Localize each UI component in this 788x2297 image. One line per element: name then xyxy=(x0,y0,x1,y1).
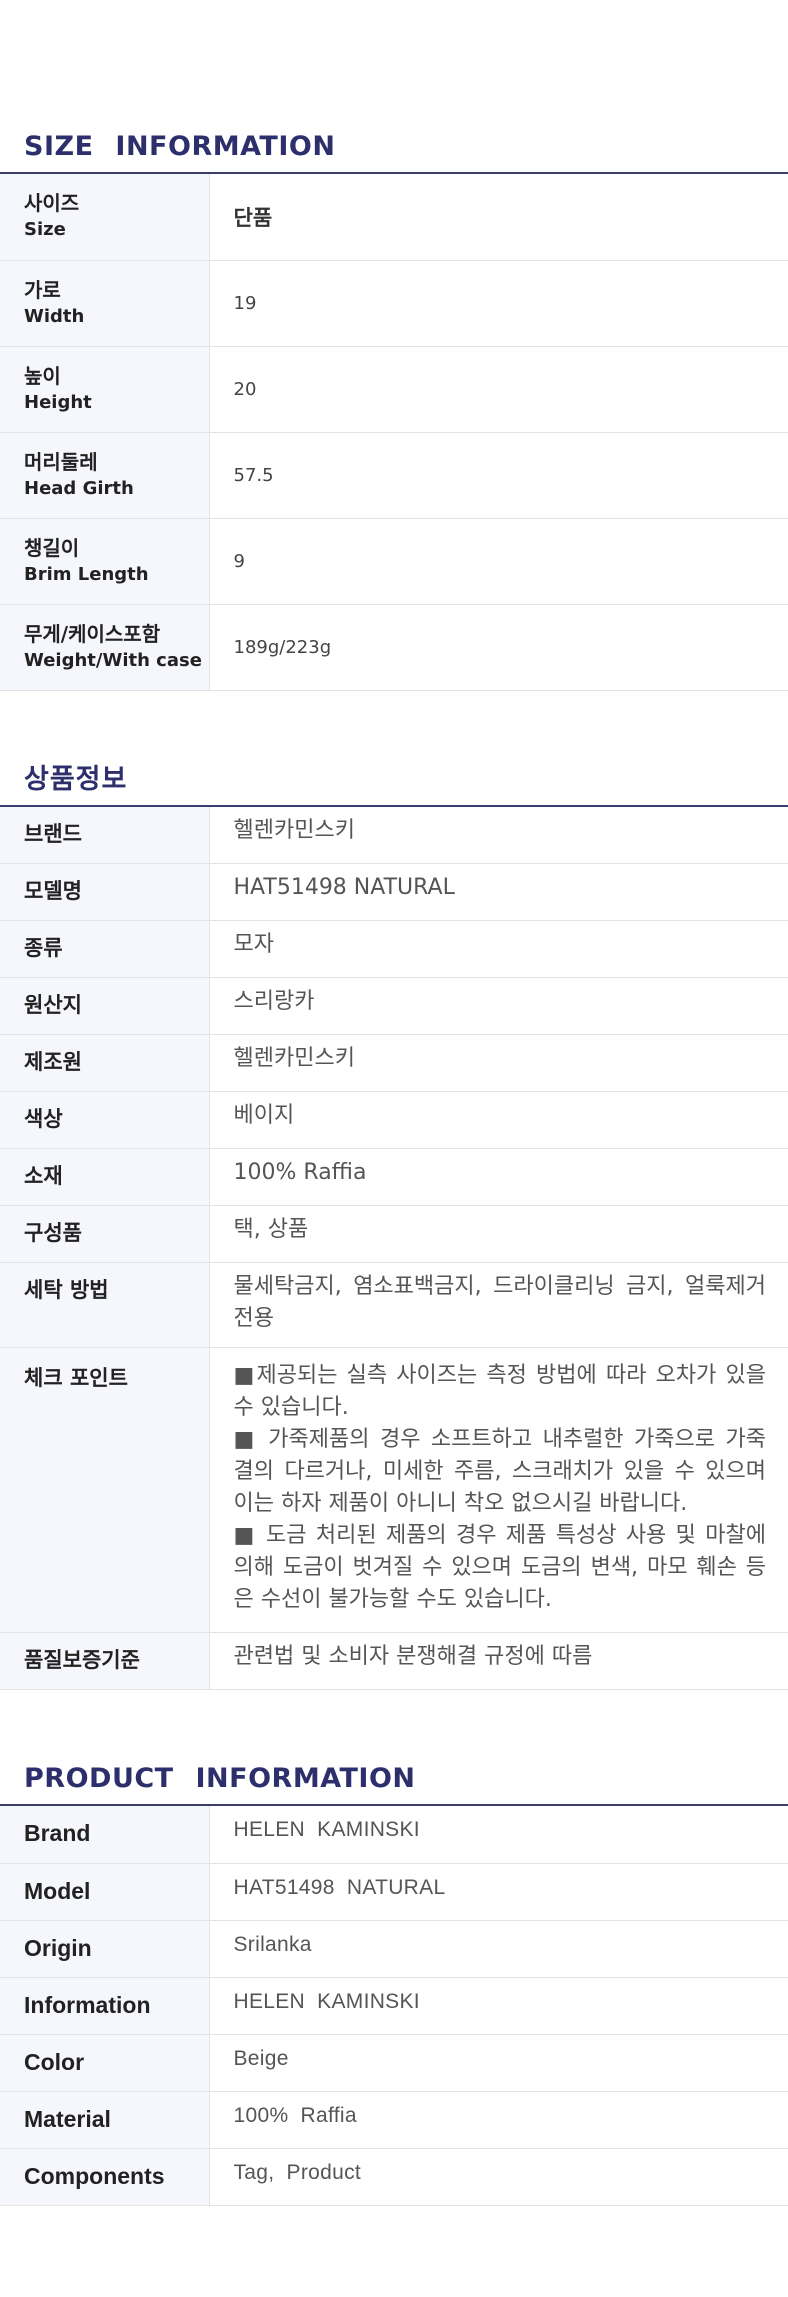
row-value: HAT51498 NATURAL xyxy=(209,1863,788,1921)
row-value: 택, 상품 xyxy=(209,1205,788,1263)
table-row: Components Tag, Product xyxy=(0,2148,788,2206)
label-en: Width xyxy=(24,305,85,327)
table-row: 원산지 스리랑카 xyxy=(0,977,788,1035)
table-row: 높이 Height 20 xyxy=(0,346,788,433)
row-value: 헬렌카민스키 xyxy=(209,806,788,864)
row-label: 제조원 xyxy=(0,1034,210,1092)
row-value: 베이지 xyxy=(209,1091,788,1149)
table-row: 사이즈 Size 단품 xyxy=(0,174,788,261)
brim-length-value: 9 xyxy=(209,518,788,605)
product-info-en-table: Brand HELEN KAMINSKI Model HAT51498 NATU… xyxy=(0,1806,788,2206)
table-row: 제조원 헬렌카민스키 xyxy=(0,1034,788,1092)
table-row: 소재 100% Raffia xyxy=(0,1148,788,1206)
table-row: Color Beige xyxy=(0,2034,788,2092)
table-row: 브랜드 헬렌카민스키 xyxy=(0,806,788,864)
table-row: Model HAT51498 NATURAL xyxy=(0,1863,788,1921)
row-label: Color xyxy=(0,2034,210,2092)
size-table: 사이즈 Size 단품 가로 Width 19 높이 Height 20 머리둘… xyxy=(0,174,788,691)
row-value: 모자 xyxy=(209,920,788,978)
table-row: 종류 모자 xyxy=(0,920,788,978)
label-en: Head Girth xyxy=(24,477,134,499)
table-row: Origin Srilanka xyxy=(0,1920,788,1978)
row-value: Srilanka xyxy=(209,1920,788,1978)
row-label: 브랜드 xyxy=(0,806,210,864)
table-row: 머리둘레 Head Girth 57.5 xyxy=(0,432,788,519)
row-label: Information xyxy=(0,1977,210,2035)
size-information-section: SIZE INFORMATION 사이즈 Size 단품 가로 Width 19… xyxy=(0,0,788,691)
product-info-kr-title: 상품정보 xyxy=(24,763,128,795)
row-label: 색상 xyxy=(0,1091,210,1149)
product-info-en-section: PRODUCT INFORMATION Brand HELEN KAMINSKI… xyxy=(0,1690,788,2206)
label-en: Weight/With case xyxy=(24,649,202,671)
label-kr: 가로 xyxy=(24,277,61,302)
row-value: 헬렌카민스키 xyxy=(209,1034,788,1092)
weight-value: 189g/223g xyxy=(209,604,788,691)
quality-label: 품질보증기준 xyxy=(0,1632,210,1690)
brim-length-label: 챙길이 Brim Length xyxy=(0,518,210,605)
table-row: Material 100% Raffia xyxy=(0,2091,788,2149)
row-label: 세탁 방법 xyxy=(0,1262,210,1348)
label-kr: 높이 xyxy=(24,363,61,388)
label-kr: 무게/케이스포함 xyxy=(24,621,161,646)
row-label: 종류 xyxy=(0,920,210,978)
row-value: Beige xyxy=(209,2034,788,2092)
check-point-note: ■ 도금 처리된 제품의 경우 제품 특성상 사용 및 마찰에 의해 도금이 벗… xyxy=(233,1523,767,1612)
table-row: 품질보증기준 관련법 및 소비자 분쟁해결 규정에 따름 xyxy=(0,1632,788,1690)
table-row: 세탁 방법 물세탁금지, 염소표백금지, 드라이클리닝 금지, 얼룩제거 전용 xyxy=(0,1262,788,1348)
check-point-note: ■제공되는 실측 사이즈는 측정 방법에 따라 오차가 있을 수 있습니다. xyxy=(233,1363,767,1420)
quality-value: 관련법 및 소비자 분쟁해결 규정에 따름 xyxy=(209,1632,788,1690)
row-label: Components xyxy=(0,2148,210,2206)
row-label: 모델명 xyxy=(0,863,210,921)
table-row: 챙길이 Brim Length 9 xyxy=(0,518,788,605)
label-kr: 사이즈 xyxy=(24,191,80,215)
row-value: 물세탁금지, 염소표백금지, 드라이클리닝 금지, 얼룩제거 전용 xyxy=(209,1262,788,1348)
table-row: 색상 베이지 xyxy=(0,1091,788,1149)
check-point-note: ■ 가죽제품의 경우 소프트하고 내추럴한 가죽으로 가죽 결의 다르거나, 미… xyxy=(233,1427,767,1516)
weight-label: 무게/케이스포함 Weight/With case xyxy=(0,604,210,691)
size-label: 사이즈 Size xyxy=(0,174,210,261)
table-row: 체크 포인트 ■제공되는 실측 사이즈는 측정 방법에 따라 오차가 있을 수 … xyxy=(0,1347,788,1633)
row-value: 100% Raffia xyxy=(209,1148,788,1206)
table-row: 무게/케이스포함 Weight/With case 189g/223g xyxy=(0,604,788,691)
row-value: HELEN KAMINSKI xyxy=(209,1977,788,2035)
head-girth-label: 머리둘레 Head Girth xyxy=(0,432,210,519)
height-value: 20 xyxy=(209,346,788,433)
row-value: 100% Raffia xyxy=(209,2091,788,2149)
table-row: 모델명 HAT51498 NATURAL xyxy=(0,863,788,921)
product-info-en-title: PRODUCT INFORMATION xyxy=(24,1763,416,1794)
table-row: Information HELEN KAMINSKI xyxy=(0,1977,788,2035)
row-label: 원산지 xyxy=(0,977,210,1035)
height-label: 높이 Height xyxy=(0,346,210,433)
table-row: 구성품 택, 상품 xyxy=(0,1205,788,1263)
product-info-kr-table: 브랜드 헬렌카민스키 모델명 HAT51498 NATURAL 종류 모자 원산… xyxy=(0,806,788,1690)
row-value: HAT51498 NATURAL xyxy=(209,863,788,921)
label-kr: 챙길이 xyxy=(24,535,80,560)
table-row: Brand HELEN KAMINSKI xyxy=(0,1806,788,1864)
row-label: Material xyxy=(0,2091,210,2149)
width-label: 가로 Width xyxy=(0,260,210,347)
row-value: HELEN KAMINSKI xyxy=(209,1806,788,1864)
row-label: 구성품 xyxy=(0,1205,210,1263)
check-point-notes: ■제공되는 실측 사이즈는 측정 방법에 따라 오차가 있을 수 있습니다. ■… xyxy=(209,1347,788,1633)
size-value: 단품 xyxy=(209,174,788,261)
row-value: Tag, Product xyxy=(209,2148,788,2206)
width-value: 19 xyxy=(209,260,788,347)
head-girth-value: 57.5 xyxy=(209,432,788,519)
row-label: Brand xyxy=(0,1806,210,1864)
label-en: Height xyxy=(24,391,92,413)
size-information-title: SIZE INFORMATION xyxy=(24,131,336,162)
row-label: Model xyxy=(0,1863,210,1921)
row-label: Origin xyxy=(0,1920,210,1978)
product-info-kr-section: 상품정보 브랜드 헬렌카민스키 모델명 HAT51498 NATURAL 종류 … xyxy=(0,691,788,1690)
label-en: Brim Length xyxy=(24,563,149,585)
label-kr: 머리둘레 xyxy=(24,449,98,474)
row-value: 스리랑카 xyxy=(209,977,788,1035)
table-row: 가로 Width 19 xyxy=(0,260,788,347)
label-en: Size xyxy=(24,219,66,240)
check-point-label: 체크 포인트 xyxy=(0,1347,210,1633)
row-label: 소재 xyxy=(0,1148,210,1206)
